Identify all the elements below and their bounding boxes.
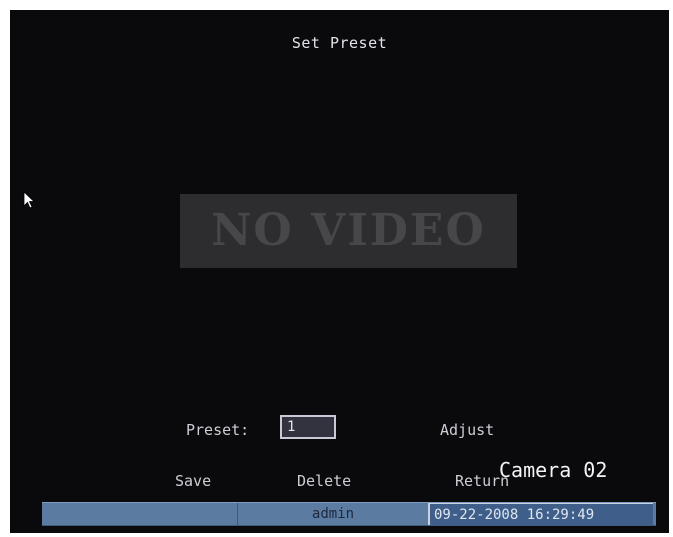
page-title: Set Preset (291, 34, 388, 52)
status-user: admin (238, 503, 429, 525)
adjust-button[interactable]: Adjust (440, 421, 494, 439)
save-button[interactable]: Save (175, 472, 211, 490)
preset-label: Preset: (186, 421, 250, 439)
dvr-screen: Set Preset NO VIDEO Preset: 1 Adjust Sav… (10, 10, 669, 533)
no-video-overlay: NO VIDEO (180, 194, 517, 268)
status-datetime: 09-22-2008 16:29:49 (428, 503, 653, 525)
mouse-pointer-icon (23, 191, 35, 209)
delete-button[interactable]: Delete (297, 472, 351, 490)
camera-label: Camera 02 (499, 458, 608, 482)
status-left-cell (42, 503, 238, 525)
preset-input[interactable]: 1 (280, 415, 336, 439)
status-bar: admin 09-22-2008 16:29:49 (42, 502, 656, 526)
